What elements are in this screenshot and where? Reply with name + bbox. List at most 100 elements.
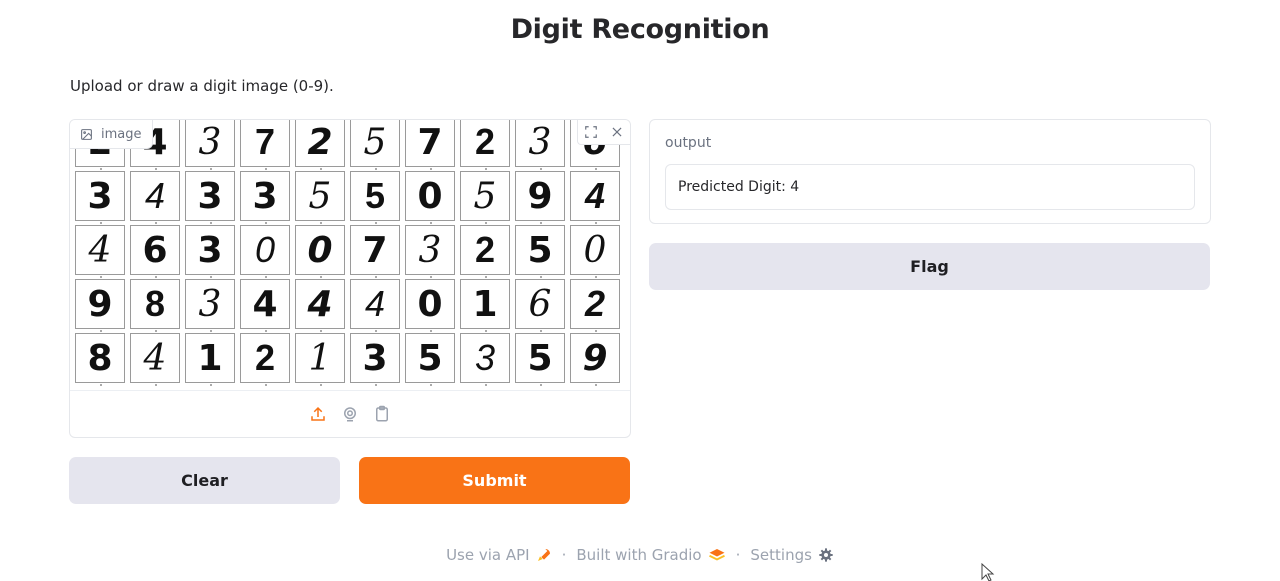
- upload-icon[interactable]: [309, 405, 327, 423]
- page-description: Upload or draw a digit image (0-9).: [70, 77, 334, 95]
- digit-glyph: 4: [88, 229, 112, 271]
- digit-glyph: 9: [582, 337, 608, 379]
- digit-cell: 3: [75, 171, 125, 224]
- submit-button[interactable]: Submit: [359, 457, 630, 504]
- digit-cell: 4: [240, 279, 290, 332]
- digit-cell: 1: [185, 333, 235, 386]
- webcam-icon[interactable]: [341, 405, 359, 423]
- digit-glyph: 2: [254, 337, 276, 378]
- digit-cell: 6: [130, 225, 180, 278]
- page-title: Digit Recognition: [510, 14, 770, 45]
- digit-cell: 4: [75, 225, 125, 278]
- digit-glyph: 1: [197, 337, 223, 379]
- clear-button[interactable]: Clear: [69, 457, 340, 504]
- image-label: image: [101, 126, 142, 142]
- digit-glyph: 2: [307, 121, 333, 163]
- fullscreen-icon[interactable]: [584, 125, 598, 139]
- built-with-gradio-link[interactable]: Built with Gradio: [576, 546, 725, 564]
- digit-glyph: 5: [527, 337, 553, 379]
- digit-glyph: 3: [418, 229, 442, 271]
- clipboard-icon[interactable]: [373, 405, 391, 423]
- settings-link[interactable]: Settings: [750, 546, 834, 564]
- digit-glyph: 2: [474, 229, 496, 270]
- digit-glyph: 5: [308, 175, 332, 217]
- digit-glyph: 3: [362, 337, 388, 379]
- digit-cell: 6: [515, 279, 565, 332]
- digit-glyph: 7: [254, 121, 276, 162]
- digit-glyph: 0: [307, 229, 333, 271]
- digit-cell: 2: [295, 120, 345, 170]
- mouse-cursor-icon: [981, 563, 995, 581]
- digit-cell: 3: [185, 171, 235, 224]
- digit-cell: 5: [295, 171, 345, 224]
- digit-cell: 4: [570, 171, 620, 224]
- image-source-bar: [70, 390, 630, 437]
- digit-glyph: 4: [307, 283, 333, 325]
- digit-cell: 3: [350, 333, 400, 386]
- digit-glyph: 0: [417, 175, 443, 217]
- digit-cell: 5: [515, 225, 565, 278]
- flag-button[interactable]: Flag: [649, 243, 1210, 290]
- digit-cell: 3: [185, 279, 235, 332]
- image-toolbar: [577, 120, 630, 145]
- digit-glyph: 8: [144, 283, 166, 324]
- footer-separator: ·: [735, 546, 741, 564]
- digit-cell: 5: [405, 333, 455, 386]
- image-input-panel[interactable]: 2437257236343355059446300732509834440162…: [69, 119, 631, 438]
- digit-glyph: 2: [584, 283, 606, 324]
- digit-glyph: 7: [417, 121, 443, 163]
- digit-cell: 9: [515, 171, 565, 224]
- digit-cell: 5: [350, 120, 400, 170]
- gradio-logo-icon: [708, 549, 725, 561]
- image-label-badge: image: [70, 120, 153, 149]
- digit-cell: 5: [460, 171, 510, 224]
- digit-cell: 2: [460, 225, 510, 278]
- digit-cell: 0: [240, 225, 290, 278]
- digit-glyph: 9: [87, 283, 113, 325]
- built-with-gradio-label: Built with Gradio: [576, 546, 702, 564]
- settings-label: Settings: [750, 546, 812, 564]
- digit-glyph: 4: [584, 175, 606, 216]
- digit-glyph: 2: [474, 121, 496, 162]
- rocket-icon: [537, 549, 550, 561]
- footer-separator: ·: [561, 546, 567, 564]
- page-footer: Use via API · Built with Gradio · Settin…: [0, 546, 1280, 564]
- digit-cell: 3: [240, 171, 290, 224]
- digit-cell: 5: [515, 333, 565, 386]
- digit-cell: 4: [130, 171, 180, 224]
- digit-glyph: 3: [87, 175, 113, 217]
- digit-cell: 0: [570, 225, 620, 278]
- digit-glyph: 0: [254, 229, 276, 270]
- digit-glyph: 3: [474, 337, 496, 378]
- digit-glyph: 3: [197, 229, 223, 271]
- digit-cell: 4: [295, 279, 345, 332]
- digit-cell: 7: [405, 120, 455, 170]
- digit-glyph: 4: [144, 175, 166, 216]
- digit-glyph: 9: [527, 175, 553, 217]
- digit-glyph: 8: [87, 337, 113, 379]
- output-value: Predicted Digit: 4: [678, 179, 800, 195]
- output-textbox[interactable]: Predicted Digit: 4: [665, 164, 1195, 210]
- digit-cell: 3: [460, 333, 510, 386]
- digit-cell: 0: [405, 279, 455, 332]
- output-label: output: [665, 135, 712, 151]
- digit-glyph: 3: [528, 121, 552, 163]
- digit-glyph: 3: [198, 121, 222, 163]
- digit-glyph: 0: [583, 229, 607, 271]
- digit-cell: 4: [350, 279, 400, 332]
- use-via-api-link[interactable]: Use via API: [446, 546, 552, 564]
- close-icon[interactable]: [610, 125, 624, 139]
- digit-glyph: 5: [417, 337, 443, 379]
- digit-glyph: 4: [252, 283, 278, 325]
- digit-cell: 2: [460, 120, 510, 170]
- digit-cell: 9: [570, 333, 620, 386]
- digit-glyph: 1: [308, 337, 332, 379]
- digit-glyph: 4: [143, 337, 167, 379]
- digit-glyph: 3: [252, 175, 278, 217]
- output-panel: output Predicted Digit: 4: [649, 119, 1211, 224]
- digit-cell: 3: [405, 225, 455, 278]
- digit-cell: 7: [240, 120, 290, 170]
- digit-glyph: 6: [142, 229, 168, 271]
- digit-cell: 2: [240, 333, 290, 386]
- digit-glyph: 0: [417, 283, 443, 325]
